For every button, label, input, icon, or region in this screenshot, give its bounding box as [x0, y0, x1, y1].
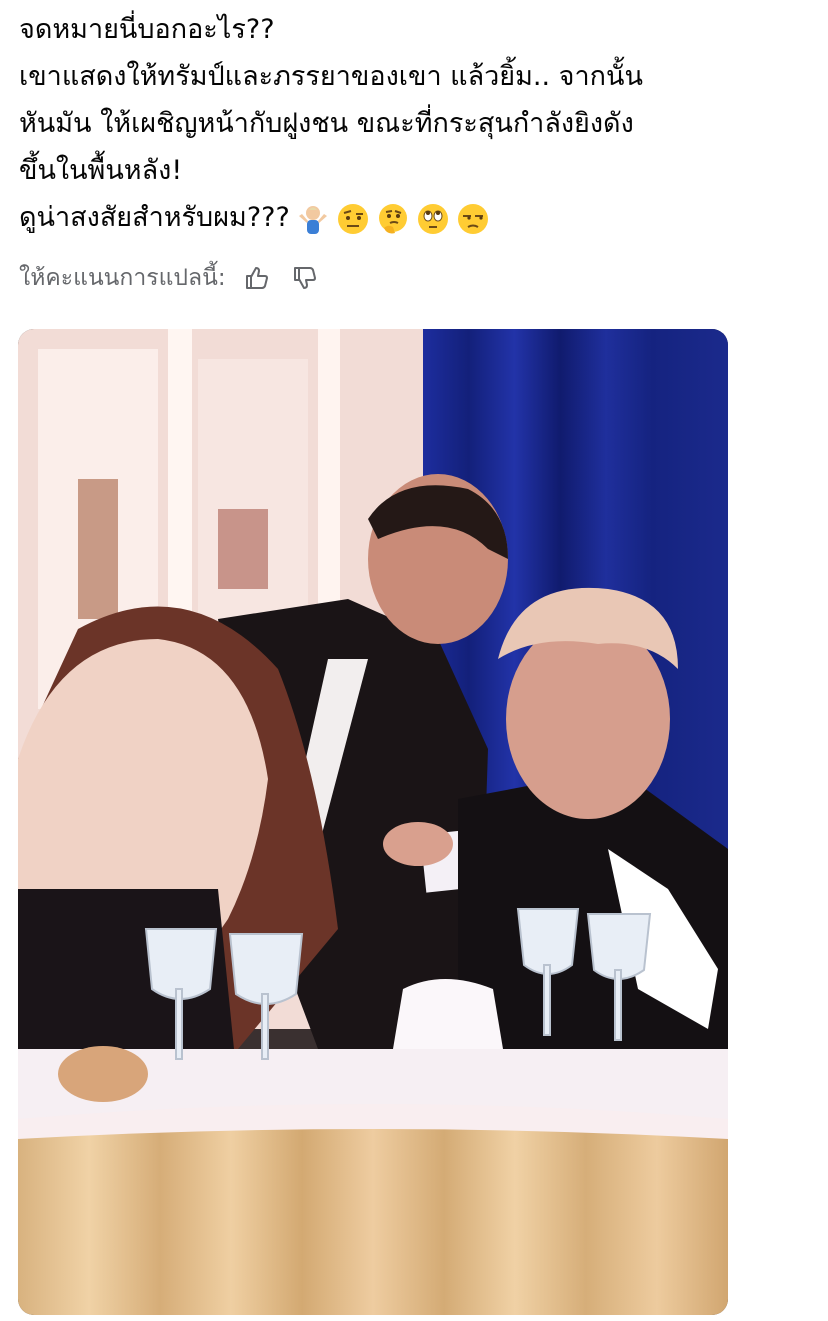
unamused-face-emoji	[456, 202, 490, 236]
thinking-face-emoji	[376, 202, 410, 236]
thumbs-up-button[interactable]	[240, 261, 274, 295]
face-with-raised-eyebrow-emoji	[336, 202, 370, 236]
post-container: จดหมายนี่บอกอะไร?? เขาแสดงให้ทรัมป์และภร…	[0, 0, 828, 1321]
translation-rating-label: ให้คะแนนการแปลนี้:	[19, 265, 226, 291]
post-line-2: เขาแสดงให้ทรัมป์และภรรยาของเขา แล้วยิ้ม.…	[19, 61, 643, 92]
post-line-5: ดูน่าสงสัยสำหรับผม???	[19, 202, 290, 233]
emoji-row	[296, 202, 490, 236]
post-photo[interactable]	[18, 329, 728, 1315]
post-line-1: จดหมายนี่บอกอะไร??	[19, 14, 275, 45]
face-with-rolling-eyes-emoji	[416, 202, 450, 236]
post-line-4: ขึ้นในพื้นหลัง!	[19, 155, 183, 186]
person-shrugging-emoji	[296, 202, 330, 236]
post-line-5-row: ดูน่าสงสัยสำหรับผม???	[19, 194, 809, 241]
dinner-scene-image	[18, 329, 728, 1315]
translation-rating-row: ให้คะแนนการแปลนี้:	[19, 258, 322, 298]
post-line-3: หันมัน ให้เผชิญหน้ากับฝูงชน ขณะที่กระสุน…	[19, 108, 634, 139]
thumbs-up-icon	[245, 267, 268, 289]
thumbs-down-button[interactable]	[288, 261, 322, 295]
post-body: จดหมายนี่บอกอะไร?? เขาแสดงให้ทรัมป์และภร…	[19, 6, 809, 241]
thumbs-down-icon	[293, 267, 316, 289]
